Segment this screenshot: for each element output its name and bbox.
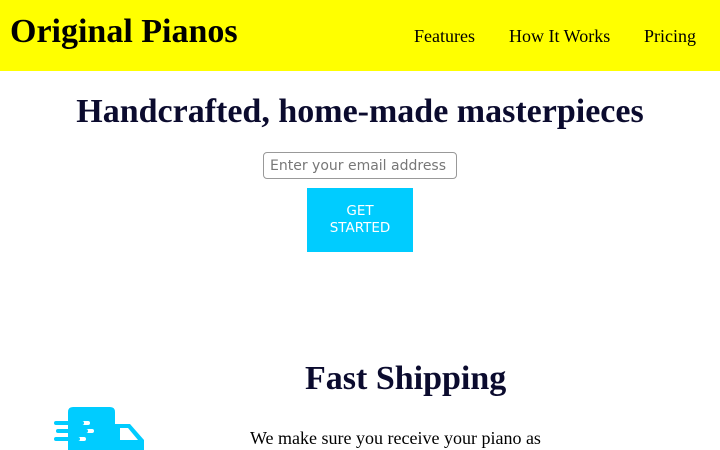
site-logo[interactable]: Original Pianos bbox=[10, 12, 238, 52]
feature-description: We make sure you receive your piano as bbox=[250, 428, 541, 448]
email-input[interactable] bbox=[263, 152, 457, 179]
truck-icon bbox=[54, 404, 146, 450]
feature-title-fast-shipping: Fast Shipping bbox=[305, 360, 507, 397]
nav-link-pricing[interactable]: Pricing bbox=[644, 25, 696, 47]
get-started-button[interactable]: GET STARTED bbox=[307, 188, 413, 252]
hero-title: Handcrafted, home-made masterpieces bbox=[76, 93, 644, 130]
site-header: Original Pianos Features How It Works Pr… bbox=[0, 0, 720, 71]
nav-link-how-it-works[interactable]: How It Works bbox=[509, 25, 610, 47]
nav-link-features[interactable]: Features bbox=[414, 25, 475, 47]
